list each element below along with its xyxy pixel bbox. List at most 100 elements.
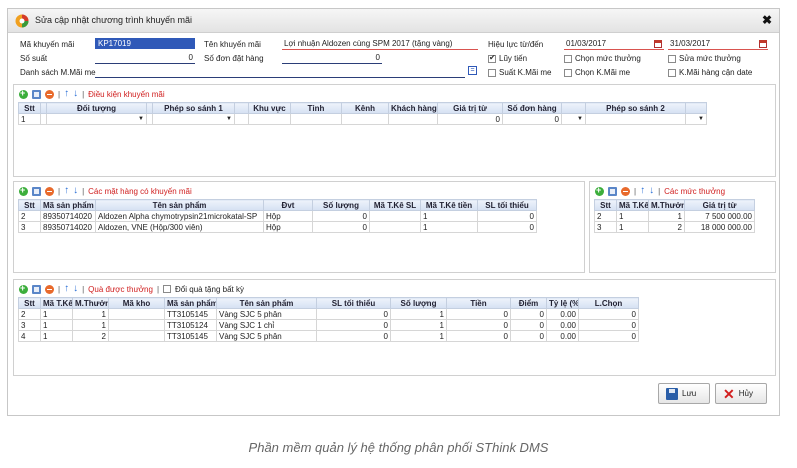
items-title: Các mặt hàng có khuyến mãi <box>88 186 192 196</box>
col-header: Mã T.Kê <box>40 297 73 309</box>
col-header: Stt <box>594 199 617 211</box>
col-header: Đvt <box>263 199 313 211</box>
arrow-up-icon[interactable]: ↑ <box>640 186 645 196</box>
col-header: Tên sản phẩm <box>216 297 317 309</box>
col-header: Phép so sánh 1 <box>152 102 235 114</box>
delete-icon[interactable] <box>45 89 54 99</box>
arrow-up-icon[interactable]: ↑ <box>64 186 69 196</box>
col-header: Mã T.Kê <box>616 199 649 211</box>
quota-input[interactable]: 0 <box>95 53 195 64</box>
col-header: Số lượng <box>390 297 447 309</box>
items-toolbar: | ↑ ↓ | Các mặt hàng có khuyến mãi <box>19 185 192 197</box>
checkbox-icon[interactable] <box>488 53 496 63</box>
choose-level-checkbox[interactable]: Chọn mức thưởng <box>564 54 641 63</box>
calendar-icon[interactable] <box>654 40 662 48</box>
any-gift-checkbox[interactable] <box>163 285 172 293</box>
col-header: Phép so sánh 2 <box>585 102 686 114</box>
close-icon[interactable]: ✖ <box>762 14 772 26</box>
promo-dialog: Sửa cập nhật chương trình khuyến mãi ✖ M… <box>7 8 780 416</box>
table-row[interactable]: 3 89350714020 Aldozen, VNE (Hộp/300 viên… <box>18 221 537 233</box>
col-header: L.Chọn <box>578 297 639 309</box>
table-row[interactable]: 2 89350714020 Aldozen Alpha chymotrypsin… <box>18 210 537 222</box>
gifts-panel: | ↑ ↓ | Quà được thưởng | Đổi quà tặng b… <box>13 279 776 376</box>
table-row[interactable]: 3 1 1 TT3105124 Vàng SJC 1 chỉ 0 1 0 0 0… <box>18 319 639 331</box>
floppy-icon <box>666 387 678 400</box>
conditions-title: Điều kiện khuyến mãi <box>88 89 165 99</box>
import-icon[interactable] <box>32 89 41 99</box>
dropdown-icon[interactable]: ▼ <box>46 113 147 125</box>
promo-name-input[interactable]: Lợi nhuận Aldozen cùng SPM 2017 (tặng và… <box>282 39 478 50</box>
col-header: Số đơn hàng <box>502 102 562 114</box>
col-header: Stt <box>18 102 41 114</box>
col-header: Mã T.Kê tiền <box>420 199 478 211</box>
arrow-down-icon[interactable]: ↓ <box>73 284 78 294</box>
gifts-table: Stt Mã T.Kê M.Thưởng Mã kho Mã sản phẩm … <box>18 297 639 342</box>
col-header: Stt <box>18 297 41 309</box>
checkbox-icon[interactable] <box>488 68 496 77</box>
choose-promo-checkbox[interactable]: Chọn K.Mãi me <box>564 68 630 77</box>
add-icon[interactable] <box>19 283 28 294</box>
valid-range-label: Hiệu lực từ/đến <box>488 40 544 49</box>
cancel-button[interactable]: ✕ Hủy <box>715 383 767 404</box>
image-caption: Phần mềm quản lý hệ thống phân phối SThi… <box>248 440 549 455</box>
add-icon[interactable] <box>19 88 28 99</box>
col-header: SL tối thiểu <box>477 199 537 211</box>
edit-level-checkbox[interactable]: Sửa mức thưởng <box>668 54 741 63</box>
delete-icon[interactable] <box>45 186 54 196</box>
arrow-up-icon[interactable]: ↑ <box>64 284 69 294</box>
valid-from-input[interactable]: 01/03/2017 <box>564 39 664 50</box>
col-header: Điểm <box>510 297 547 309</box>
import-icon[interactable] <box>32 284 41 294</box>
col-header: Tỷ lệ (%) <box>546 297 579 309</box>
table-row[interactable]: 4 1 2 TT3105145 Vàng SJC 5 phân 0 1 0 0 … <box>18 330 639 342</box>
gifts-title: Quà được thưởng <box>88 284 153 294</box>
checkbox-icon[interactable] <box>668 68 676 77</box>
lookup-icon[interactable]: = <box>468 66 477 75</box>
calendar-icon[interactable] <box>759 40 767 48</box>
delete-icon[interactable] <box>45 284 54 294</box>
table-row[interactable]: 3 1 2 18 000 000.00 <box>594 221 755 233</box>
table-row[interactable]: 1 ▼ ▼ 0 0 ▼ ▼ <box>18 113 707 125</box>
cumulative-checkbox[interactable]: Lũy tiến <box>488 53 527 63</box>
order-count-input[interactable]: 0 <box>282 53 382 64</box>
arrow-down-icon[interactable]: ↓ <box>73 89 78 99</box>
quota-promo-checkbox[interactable]: Suất K.Mãi me <box>488 68 551 77</box>
save-button[interactable]: Lưu <box>658 383 710 404</box>
add-icon[interactable] <box>595 185 604 196</box>
col-header: Giá trị từ <box>684 199 755 211</box>
promo-code-input[interactable]: KP17019 <box>95 38 195 49</box>
add-icon[interactable] <box>19 185 28 196</box>
dropdown-icon[interactable]: ▼ <box>685 113 707 125</box>
col-header: Mã T.Kê SL <box>369 199 421 211</box>
col-header: Đối tượng <box>46 102 147 114</box>
arrow-down-icon[interactable]: ↓ <box>73 186 78 196</box>
order-count-label: Số đơn đặt hàng <box>204 54 264 63</box>
checkbox-icon[interactable] <box>668 54 676 63</box>
levels-table: Stt Mã T.Kê M.Thưởng Giá trị từ 2 1 1 7 … <box>594 199 755 233</box>
dropdown-icon[interactable]: ▼ <box>152 113 235 125</box>
table-row[interactable]: 2 1 1 TT3105145 Vàng SJC 5 phân 0 1 0 0 … <box>18 308 639 320</box>
col-header: Tiền <box>446 297 511 309</box>
dropdown-icon[interactable]: ▼ <box>561 113 586 125</box>
checkbox-icon[interactable] <box>564 68 572 77</box>
quota-label: Số suất <box>20 54 48 63</box>
valid-to-input[interactable]: 31/03/2017 <box>668 39 768 50</box>
checkbox-icon[interactable] <box>564 54 572 63</box>
delete-icon[interactable] <box>621 186 630 196</box>
col-header: M.Thưởng <box>72 297 109 309</box>
col-header: SL tối thiểu <box>316 297 391 309</box>
col-header: Kênh <box>341 102 389 114</box>
import-icon[interactable] <box>608 186 617 196</box>
col-header: Khách hàng <box>388 102 438 114</box>
col-header: Tỉnh <box>290 102 342 114</box>
col-header: Mã kho <box>108 297 165 309</box>
gifts-toolbar: | ↑ ↓ | Quà được thưởng | Đổi quà tặng b… <box>19 283 244 295</box>
import-icon[interactable] <box>32 186 41 196</box>
arrow-down-icon[interactable]: ↓ <box>649 186 654 196</box>
near-date-checkbox[interactable]: K.Mãi hàng cận date <box>668 68 752 77</box>
table-row[interactable]: 2 1 1 7 500 000.00 <box>594 210 755 222</box>
col-header: Số lượng <box>312 199 370 211</box>
arrow-up-icon[interactable]: ↑ <box>64 89 69 99</box>
promo-list-input[interactable] <box>95 67 465 78</box>
levels-title: Các mức thưởng <box>664 186 726 196</box>
